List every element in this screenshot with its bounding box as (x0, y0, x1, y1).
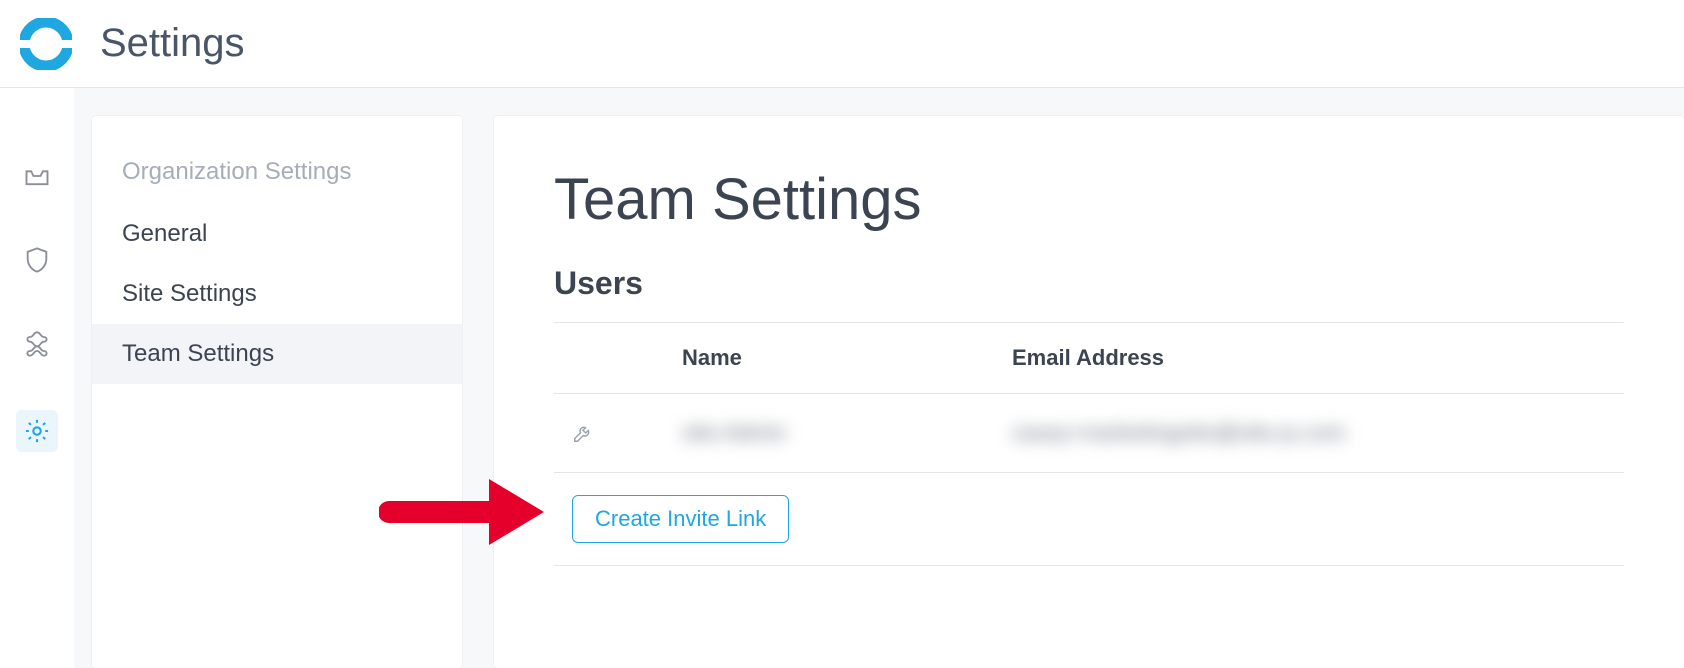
app-header: Settings (0, 0, 1684, 88)
shield-icon[interactable] (19, 242, 55, 278)
content-wrap: Organization Settings General Site Setti… (74, 88, 1684, 668)
table-header: Name Email Address (554, 323, 1624, 394)
create-invite-link-button[interactable]: Create Invite Link (572, 495, 789, 543)
users-table: Name Email Address otto Admin casey+mark… (554, 322, 1624, 566)
table-header-email: Email Address (1012, 345, 1164, 371)
table-header-name: Name (682, 345, 1012, 371)
table-header-icon-col (572, 345, 682, 371)
action-row: Create Invite Link (554, 473, 1624, 566)
sidebar-item-team-settings[interactable]: Team Settings (92, 324, 462, 384)
wrench-icon[interactable] (572, 422, 682, 444)
integration-icon[interactable] (19, 326, 55, 362)
icon-rail (0, 88, 74, 668)
main-title: Team Settings (554, 166, 1624, 233)
main-panel: Team Settings Users Name Email Address o… (494, 116, 1684, 668)
sidebar-item-site-settings[interactable]: Site Settings (92, 264, 462, 324)
settings-sidebar: Organization Settings General Site Setti… (92, 116, 462, 668)
user-email-cell: casey+marketingotto@otto-js.com (1012, 420, 1346, 446)
users-heading: Users (554, 265, 1624, 302)
inbox-icon[interactable] (19, 158, 55, 194)
user-name-cell: otto Admin (682, 420, 1012, 446)
gear-icon[interactable] (16, 410, 58, 452)
sidebar-item-general[interactable]: General (92, 204, 462, 264)
page-title: Settings (100, 21, 245, 66)
body-container: Organization Settings General Site Setti… (0, 88, 1684, 668)
table-row: otto Admin casey+marketingotto@otto-js.c… (554, 394, 1624, 473)
app-logo (20, 18, 72, 70)
sidebar-heading: Organization Settings (92, 146, 462, 204)
